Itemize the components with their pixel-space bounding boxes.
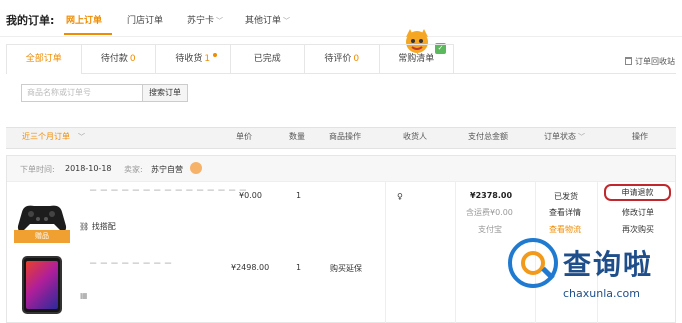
tab-label: 待收货 (175, 54, 203, 64)
col-ops: 操作 (632, 132, 648, 141)
find-match-link[interactable]: ⛓ 找搭配 (79, 221, 116, 232)
nav-suning-card[interactable]: 苏宁卡 ﹀ (187, 13, 223, 26)
active-tab-cover (7, 73, 81, 74)
seller-label: 卖家: (124, 165, 143, 174)
tab-label: 全部订单 (25, 54, 62, 64)
tab-pending-receipt[interactable]: 待收货 1 (156, 45, 231, 74)
period-filter-label: 近三个月订单 (22, 132, 70, 141)
tab-count: 0 (353, 54, 360, 64)
trash-icon (625, 57, 632, 65)
my-orders-title: 我的订单: (6, 14, 55, 27)
order-total: ¥2378.00 (470, 191, 513, 200)
tab-count: 1 (204, 54, 211, 64)
col-quantity: 数量 (289, 132, 305, 141)
divider (6, 73, 676, 74)
find-match-label: 找搭配 (91, 222, 116, 231)
watermark-title: 查询啦 (563, 248, 654, 281)
tab-label: 常购清单 (398, 54, 435, 64)
item-price: ¥2498.00 (231, 263, 270, 272)
tab-all-orders[interactable]: 全部订单 (7, 45, 82, 74)
tab-count: 0 (129, 54, 136, 64)
nav-other-orders-label: 其他订单 (245, 16, 282, 26)
nav-store-orders[interactable]: 门店订单 (127, 13, 163, 26)
qr-icon: ▦ (80, 291, 88, 300)
recycle-bin-label: 订单回收站 (635, 57, 675, 66)
link-icon: ⛓ (79, 222, 92, 231)
active-nav-underline (64, 33, 112, 35)
period-filter[interactable]: 近三个月订单 ﹀ (22, 131, 85, 142)
tab-label: 待评价 (324, 54, 352, 64)
item-price: ¥0.00 (239, 191, 262, 200)
tab-pending-review[interactable]: 待评价 0 (305, 45, 380, 74)
col-receiver: 收货人 (403, 132, 427, 141)
watermark-logo-icon (508, 238, 558, 288)
freight-info: 含运费¥0.00 (466, 208, 513, 217)
phone-product-image[interactable] (22, 256, 62, 314)
store-chat-icon[interactable] (190, 162, 202, 174)
item-quantity: 1 (296, 263, 302, 272)
chevron-down-icon: ﹀ (578, 133, 585, 141)
product-title[interactable]: ▔ ▔ ▔ ▔ ▔ ▔ ▔ ▔ ▔ ▔ ▔ ▔ ▔ ▔ ▔ (90, 190, 247, 199)
col-total: 支付总金额 (468, 132, 508, 141)
gift-tag: 赠品 (14, 230, 70, 243)
receiver-icon[interactable]: ♀ (397, 192, 403, 201)
item-quantity: 1 (296, 191, 302, 200)
tab-label: 待付款 (100, 54, 128, 64)
tab-label: 已完成 (253, 54, 281, 64)
seller-name[interactable]: 苏宁自营 (151, 164, 183, 175)
chevron-down-icon: ﹀ (216, 17, 224, 25)
col-status[interactable]: 订单状态 ﹀ (544, 131, 585, 142)
apply-refund-button[interactable]: 申请退款 (604, 184, 671, 201)
watermark-url: chaxunla.com (563, 287, 640, 300)
nav-suning-card-label: 苏宁卡 (187, 16, 215, 26)
nav-online-orders[interactable]: 网上订单 (66, 13, 102, 26)
chevron-down-icon: ﹀ (78, 133, 85, 141)
extended-warranty-link[interactable]: 购买延保 (330, 263, 362, 274)
divider (455, 182, 456, 323)
col-status-label: 订单状态 (544, 132, 576, 141)
col-product-ops: 商品操作 (329, 132, 361, 141)
view-details-link[interactable]: 查看详情 (549, 207, 581, 218)
tab-frequent-list[interactable]: 常购清单 (380, 45, 454, 74)
order-status: 已发货 (554, 192, 578, 201)
recycle-bin-link[interactable]: 订单回收站 (625, 56, 675, 67)
modify-order-button[interactable]: 修改订单 (622, 207, 654, 218)
search-orders-button[interactable]: 搜索订单 (142, 84, 188, 102)
order-date: 2018-10-18 (65, 164, 112, 173)
tab-pending-payment[interactable]: 待付款 0 (82, 45, 156, 74)
nav-other-orders[interactable]: 其他订单 ﹀ (245, 13, 290, 26)
notification-dot (213, 53, 217, 57)
col-price: 单价 (236, 132, 252, 141)
divider (0, 36, 682, 37)
view-logistics-link[interactable]: 查看物流 (549, 224, 581, 235)
order-status-tabs: 全部订单 待付款 0 待收货 1 已完成 待评价 0 常购清单 (6, 44, 454, 74)
payment-method: 支付宝 (478, 225, 502, 234)
order-search-input[interactable]: 商品名称或订单号 (21, 84, 143, 102)
product-title[interactable]: ▔ ▔ ▔ ▔ ▔ ▔ ▔ ▔ (90, 263, 172, 272)
divider (385, 182, 386, 323)
rebuy-button[interactable]: 再次购买 (622, 224, 654, 235)
tab-completed[interactable]: 已完成 (231, 45, 305, 74)
chevron-down-icon: ﹀ (283, 17, 291, 25)
order-date-label: 下单时间: (20, 165, 55, 174)
